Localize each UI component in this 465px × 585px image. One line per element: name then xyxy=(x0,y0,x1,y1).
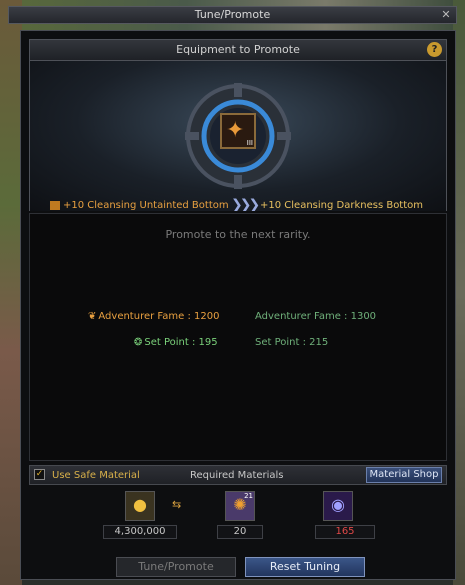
safe-material-label: Use Safe Material xyxy=(52,470,140,481)
gold-amount: 4,300,000 xyxy=(103,525,177,539)
material-a-slot[interactable]: ✺ 21 xyxy=(225,491,255,521)
set-point-icon: ❂ xyxy=(134,337,143,348)
current-item-name: +10 Cleansing Untainted Bottom xyxy=(50,200,229,211)
rarity-icon xyxy=(50,200,60,210)
set-point-current-label: Set Point : 195 xyxy=(144,337,218,348)
required-materials-label: Required Materials xyxy=(190,470,284,481)
panel-header: Equipment to Promote ? xyxy=(29,39,447,61)
materials-bar: ✓ Use Safe Material Required Materials M… xyxy=(29,465,447,485)
tune-promote-window: Equipment to Promote ? ✦ III +10 Cleansi… xyxy=(20,30,456,580)
tune-promote-button[interactable]: Tune/Promote xyxy=(116,557,236,577)
material-b-icon: ◉ xyxy=(331,495,345,514)
material-shop-button[interactable]: Material Shop xyxy=(366,467,442,483)
window-titlebar: Tune/Promote ✕ xyxy=(8,6,457,24)
current-item-label: +10 Cleansing Untainted Bottom xyxy=(63,200,229,211)
fame-new: Adventurer Fame : 1300 xyxy=(255,311,377,322)
promotion-info: Promote to the next rarity. ❦ Adventurer … xyxy=(29,213,447,461)
fame-current-label: Adventurer Fame : 1200 xyxy=(98,311,220,322)
safe-material-checkbox[interactable]: ✓ xyxy=(34,469,45,480)
reset-tuning-button[interactable]: Reset Tuning xyxy=(245,557,365,577)
gold-coin-icon: ● xyxy=(133,495,147,514)
pants-icon: ✦ xyxy=(226,118,245,143)
equipment-slot[interactable]: ✦ III xyxy=(220,113,256,149)
background-scene-left xyxy=(0,0,22,585)
material-b-amount: 165 xyxy=(315,525,375,539)
material-b-slot[interactable]: ◉ xyxy=(323,491,353,521)
panel-title: Equipment to Promote xyxy=(176,43,300,56)
material-a-badge: 21 xyxy=(244,492,253,500)
set-point-current: ❂ Set Point : 195 xyxy=(134,337,218,348)
swap-icon[interactable]: ⇆ xyxy=(172,498,181,511)
close-icon[interactable]: ✕ xyxy=(439,8,453,22)
promoted-item-name: +10 Cleansing Darkness Bottom xyxy=(260,200,424,211)
promotion-display: ✦ III +10 Cleansing Untainted Bottom ❯❯❯… xyxy=(29,61,447,211)
fame-icon: ❦ xyxy=(88,311,97,322)
help-icon[interactable]: ? xyxy=(427,42,442,57)
gold-material-slot[interactable]: ● xyxy=(125,491,155,521)
slot-tag: III xyxy=(246,139,253,147)
material-a-amount: 20 xyxy=(217,525,263,539)
arrow-icon: ❯❯❯ xyxy=(231,197,260,211)
info-title: Promote to the next rarity. xyxy=(165,228,311,241)
fame-current: ❦ Adventurer Fame : 1200 xyxy=(88,311,219,322)
window-title: Tune/Promote xyxy=(194,8,271,21)
set-point-new: Set Point : 215 xyxy=(255,337,329,348)
